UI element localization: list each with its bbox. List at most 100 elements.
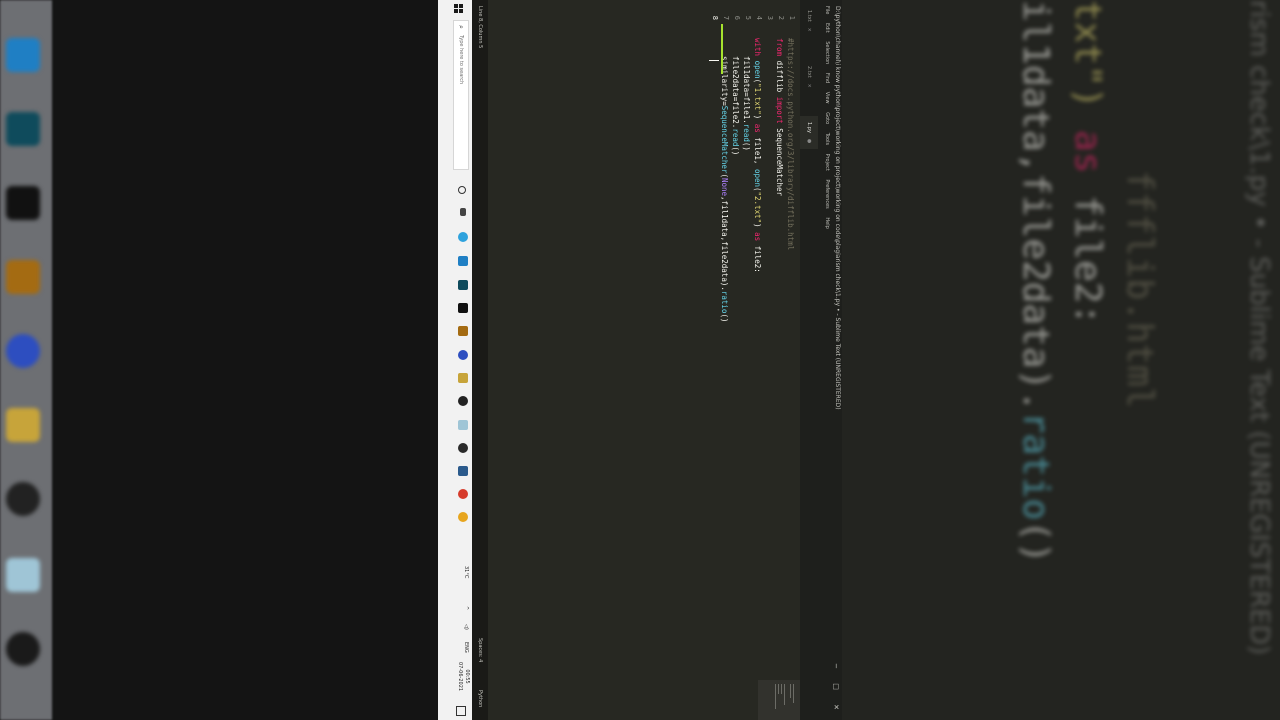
blurred-background-left: [0, 0, 438, 720]
blurred-app-icon: [6, 112, 40, 146]
app-icon[interactable]: [458, 280, 468, 290]
tab-modified-icon[interactable]: ●: [806, 139, 812, 143]
code-token: "1.txt": [753, 83, 762, 115]
modified-line-marker: [721, 24, 723, 74]
menu-preferences[interactable]: Preferences: [824, 179, 830, 208]
code-token: import: [775, 96, 784, 124]
blurred-code-line: il1data,file2data).ratio(): [1015, 0, 1056, 564]
tab-2-txt[interactable]: 2.txt ×: [800, 60, 818, 94]
app-icon[interactable]: [458, 443, 468, 453]
tray-chevron-icon[interactable]: ^: [463, 606, 469, 610]
blurred-code-token: file2:: [1067, 173, 1108, 326]
menu-goto[interactable]: Goto: [824, 112, 830, 124]
code-line[interactable]: from difflib import SequenceMatcher: [774, 38, 785, 196]
maximize-button[interactable]: □: [832, 683, 840, 696]
menu-file[interactable]: File: [824, 6, 830, 14]
weather-temp[interactable]: 31°C: [463, 566, 469, 578]
menu-bar: File Edit Selection Find View Goto Tools…: [822, 6, 830, 720]
code-token: ): [753, 114, 762, 124]
code-editor[interactable]: 12345678 #https://docs.python.org/3/libr…: [488, 0, 800, 680]
menu-edit[interactable]: Edit: [824, 23, 830, 33]
tab-1-txt[interactable]: 1.txt ×: [800, 4, 818, 38]
line-number: 1: [788, 15, 796, 20]
blurred-app-icon: [6, 558, 40, 592]
code-line[interactable]: #https://docs.python.org/3/library/diffl…: [785, 38, 796, 250]
menu-tools[interactable]: Tools: [824, 133, 830, 145]
code-token: file2:: [753, 241, 762, 273]
code-token: fil1data=file1.: [742, 38, 751, 124]
app-icon[interactable]: [458, 466, 468, 476]
edge-icon[interactable]: [458, 232, 468, 242]
tab-close-icon[interactable]: ×: [806, 28, 812, 32]
tab-close-icon[interactable]: ×: [806, 84, 812, 88]
code-line[interactable]: with open("1.txt") as file1, open("2.txt…: [752, 38, 763, 273]
app-icon[interactable]: [458, 303, 468, 313]
minimap-line: [790, 684, 791, 698]
sublime-window: D:\python\channel\i know python\project\…: [438, 0, 842, 720]
text-cursor: [709, 60, 719, 61]
code-token: difflib: [775, 56, 784, 97]
app-icon[interactable]: [458, 326, 468, 336]
code-token: ,fil1data,file2data).: [720, 196, 729, 291]
code-line[interactable]: file2data=file2.read(): [730, 38, 741, 155]
code-line[interactable]: similarity=SequenceMatcher(None,fil1data…: [719, 38, 730, 322]
menu-help[interactable]: Help: [824, 217, 830, 228]
line-number: 2: [777, 15, 785, 20]
brave-icon[interactable]: [458, 489, 468, 499]
clock-time: 00:55: [464, 669, 470, 684]
status-bar: Line 8, Column 5 Spaces: 4 Python: [472, 0, 488, 720]
blurred-code-token: as: [1067, 130, 1108, 174]
minimap-line: [793, 684, 794, 703]
code-token: None: [720, 177, 729, 197]
search-placeholder: Type here to search: [458, 35, 464, 85]
blurred-app-icon: [6, 482, 40, 516]
blurred-code-token: txt"): [1067, 0, 1108, 131]
blurred-window-title: rism check\1.py • - Sublime Text (UNREGI…: [1244, 0, 1274, 655]
close-button[interactable]: ✕: [832, 704, 840, 716]
window-title: D:\python\channel\i know python\project\…: [834, 6, 841, 410]
menu-view[interactable]: View: [824, 92, 830, 104]
code-token: as: [753, 123, 762, 133]
blurred-app-icon: [6, 186, 40, 220]
code-token: SequenceMatcher: [775, 123, 784, 197]
line-number: 6: [733, 15, 741, 20]
tab-1-py[interactable]: 1.py ●: [800, 116, 818, 150]
clock-date: 07-06-2021: [457, 662, 463, 692]
start-button[interactable]: [453, 4, 463, 14]
line-number: 5: [744, 15, 752, 20]
chrome-icon[interactable]: [458, 512, 468, 522]
taskbar-search[interactable]: ⌕ Type here to search: [453, 20, 469, 170]
minimize-button[interactable]: −: [832, 663, 840, 675]
minimap[interactable]: [488, 680, 800, 720]
language-indicator[interactable]: ENG: [463, 642, 469, 653]
app-icon[interactable]: [458, 350, 468, 360]
blurred-app-icon: [6, 260, 40, 294]
minimap-line: [778, 684, 779, 695]
cursor-position[interactable]: Line 8, Column 5: [477, 6, 483, 48]
code-token: (): [731, 146, 740, 156]
code-line[interactable]: fil1data=file1.read(): [741, 38, 752, 151]
indentation-setting[interactable]: Spaces: 4: [477, 638, 483, 662]
windows-taskbar: ⌕ Type here to search 31°C ^ ◁) ENG 00:5…: [438, 0, 472, 720]
cortana-icon[interactable]: [458, 186, 466, 194]
clock[interactable]: 00:55 07-06-2021: [456, 662, 470, 691]
app-icon[interactable]: [458, 373, 468, 383]
code-token: file2data=file2.: [731, 38, 740, 129]
menu-find[interactable]: Find: [824, 73, 830, 83]
tab-label: 2.txt: [806, 66, 812, 78]
code-token: file1,: [753, 132, 762, 169]
app-icon[interactable]: [458, 420, 468, 430]
task-view-icon[interactable]: [460, 208, 466, 216]
code-token: SequenceMatcher: [720, 105, 729, 174]
blurred-code-token: ratio: [1015, 411, 1056, 521]
vscode-icon[interactable]: [458, 256, 468, 266]
blurred-app-icon: [6, 632, 40, 666]
notification-icon[interactable]: [456, 706, 466, 716]
syntax-selector[interactable]: Python: [477, 690, 483, 707]
menu-selection[interactable]: Selection: [824, 41, 830, 64]
volume-icon[interactable]: ◁): [463, 624, 469, 630]
blurred-code-token: il1data,file2data).: [1015, 0, 1056, 412]
menu-project[interactable]: Project: [824, 154, 830, 171]
app-icon[interactable]: [458, 396, 468, 406]
line-number: 7: [722, 15, 730, 20]
